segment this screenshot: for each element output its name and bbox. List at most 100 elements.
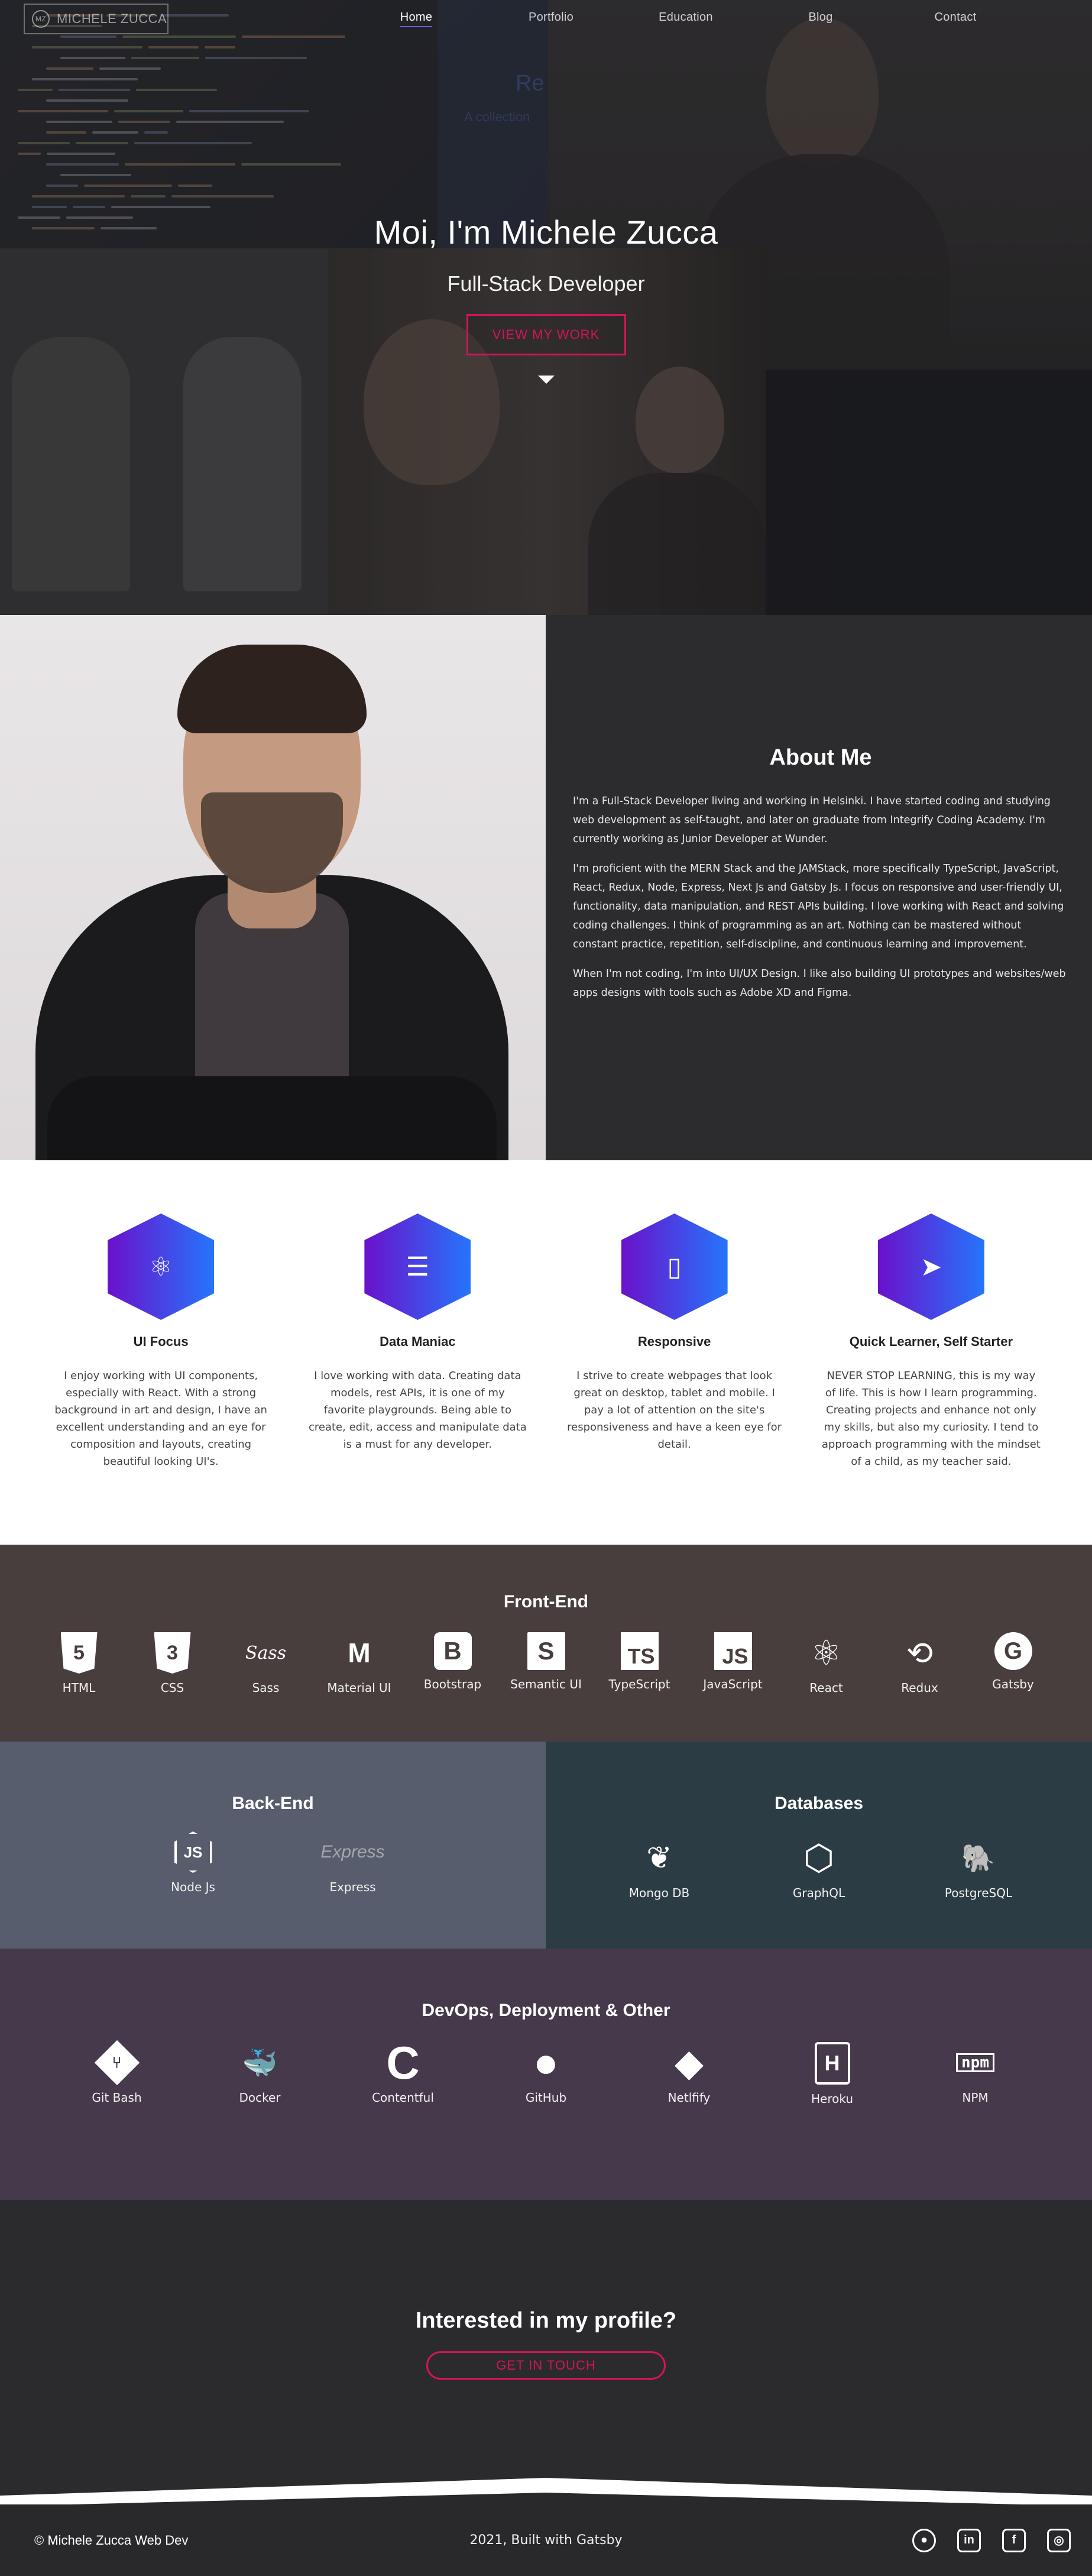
npm-icon: npm <box>955 2042 996 2083</box>
running-icon: ➤ <box>877 1213 984 1320</box>
tech-item-github: ● GitHub <box>475 2039 618 2106</box>
sass-icon: Sass <box>245 1642 287 1664</box>
tech-label: Contentful <box>372 2090 434 2105</box>
tech-item-react: ⚛ React <box>780 1632 873 1695</box>
nav-links: Home Portfolio Education Blog Contact <box>349 11 1023 27</box>
tech-label: GraphQL <box>792 1886 845 1900</box>
scroll-down-icon[interactable] <box>537 376 555 384</box>
github-icon: ● <box>533 2039 559 2086</box>
get-in-touch-button[interactable]: GET IN TOUCH <box>426 2351 666 2380</box>
tech-item-git: ⑂ Git Bash <box>46 2040 189 2106</box>
feature-title: UI Focus <box>133 1334 189 1349</box>
feature-ui-focus: ⚛ UI Focus I enjoy working with UI compo… <box>33 1213 289 1545</box>
tech-label: CSS <box>160 1681 184 1695</box>
contact-title: Interested in my profile? <box>415 2308 677 2333</box>
devops-section: DevOps, Deployment & Other ⑂ Git Bash 🐳 … <box>0 1949 1092 2200</box>
site-logo[interactable]: MZ MICHELE ZUCCA <box>24 4 169 34</box>
tech-item-mongodb: ❦ Mongo DB <box>579 1837 739 1900</box>
databases-title: Databases <box>774 1794 864 1813</box>
semantic-ui-icon: S <box>527 1632 565 1670</box>
gatsby-icon: G <box>994 1632 1032 1670</box>
view-my-work-button[interactable]: VIEW MY WORK <box>466 314 626 355</box>
typescript-icon: TS <box>620 1632 659 1670</box>
docker-icon: 🐳 <box>242 2047 278 2079</box>
about-paragraph: I'm proficient with the MERN Stack and t… <box>573 863 1064 950</box>
tech-item-redux: ⟲ Redux <box>873 1632 967 1695</box>
tech-item-netlify: ◆ Netlfify <box>618 2041 761 2106</box>
contentful-icon: C <box>386 2036 420 2089</box>
feature-text: NEVER STOP LEARNING, this is my way of l… <box>821 1370 1041 1468</box>
feature-title: Quick Learner, Self Starter <box>849 1334 1013 1349</box>
tech-item-express: Express Express <box>273 1831 433 1894</box>
github-icon[interactable]: ● <box>912 2528 936 2552</box>
contact-section: Interested in my profile? GET IN TOUCH <box>0 2200 1092 2478</box>
about-title: About Me <box>769 745 872 770</box>
backend-databases-section: Back-End JS Node Js Express Express Data… <box>0 1742 1092 1949</box>
redux-icon: ⟲ <box>906 1635 934 1671</box>
nav-link-blog[interactable]: Blog <box>753 11 888 24</box>
tech-label: HTML <box>62 1681 96 1695</box>
hero-subtitle: Full-Stack Developer <box>447 271 645 296</box>
feature-responsive: ▯ Responsive I strive to create webpages… <box>546 1213 803 1545</box>
feature-title: Responsive <box>637 1334 711 1349</box>
tech-item-sass: Sass Sass <box>219 1632 313 1695</box>
logo-text: MICHELE ZUCCA <box>57 11 167 26</box>
tech-label: Material UI <box>327 1681 391 1695</box>
tech-label: Netlfify <box>667 2090 711 2105</box>
about-text: About Me I'm a Full-Stack Developer livi… <box>546 615 1092 1160</box>
tech-item-material-ui: M Material UI <box>313 1632 406 1695</box>
backend-section: Back-End JS Node Js Express Express <box>0 1742 546 1949</box>
bootstrap-icon: B <box>433 1632 472 1670</box>
feature-quick-learner: ➤ Quick Learner, Self Starter NEVER STOP… <box>803 1213 1059 1545</box>
profile-photo <box>0 615 546 1160</box>
logo-icon: MZ <box>32 10 50 28</box>
tech-label: Node Js <box>171 1880 215 1894</box>
tech-item-npm: npm NPM <box>904 2042 1047 2106</box>
react-icon: ⚛ <box>811 1634 842 1672</box>
express-icon: Express <box>320 1842 385 1862</box>
facebook-icon[interactable]: f <box>1002 2528 1026 2552</box>
features-section: ⚛ UI Focus I enjoy working with UI compo… <box>0 1160 1092 1545</box>
tech-item-docker: 🐳 Docker <box>189 2042 332 2106</box>
nav-link-education[interactable]: Education <box>618 11 753 24</box>
tech-item-javascript: JS JavaScript <box>686 1632 780 1695</box>
tech-item-semantic-ui: S Semantic UI <box>500 1632 593 1695</box>
frontend-list: 5 HTML 3 CSS Sass Sass M Material UI B B… <box>0 1632 1092 1695</box>
tech-label: GitHub <box>525 2090 567 2105</box>
tech-label: Mongo DB <box>628 1886 690 1900</box>
feature-text: I enjoy working with UI components, espe… <box>54 1370 267 1468</box>
tech-label: Sass <box>252 1681 280 1695</box>
tech-item-graphql: ⬡ GraphQL <box>739 1837 899 1900</box>
feature-title: Data Maniac <box>380 1334 456 1349</box>
about-section: About Me I'm a Full-Stack Developer livi… <box>0 615 1092 1160</box>
tech-item-css: 3 CSS <box>126 1632 219 1695</box>
css3-icon: 3 <box>154 1632 191 1674</box>
hero-title: Moi, I'm Michele Zucca <box>374 213 718 251</box>
nav-link-contact[interactable]: Contact <box>888 11 1023 24</box>
databases-section: Databases ❦ Mongo DB ⬡ GraphQL 🐘 Postgre… <box>546 1742 1092 1949</box>
mongodb-icon: ❦ <box>646 1841 672 1875</box>
netlify-icon: ◆ <box>674 2041 704 2084</box>
javascript-icon: JS <box>714 1632 752 1670</box>
tech-label: TypeScript <box>608 1677 670 1691</box>
nav-link-portfolio[interactable]: Portfolio <box>484 11 618 24</box>
site-footer: © Michele Zucca Web Dev 2021, Built with… <box>0 2504 1092 2576</box>
tech-item-gatsby: G Gatsby <box>967 1632 1060 1695</box>
tech-item-nodejs: JS Node Js <box>114 1831 273 1894</box>
backend-list: JS Node Js Express Express <box>0 1831 546 1894</box>
nodejs-icon: JS <box>174 1831 212 1873</box>
tech-item-bootstrap: B Bootstrap <box>406 1632 500 1695</box>
tech-label: React <box>809 1681 843 1695</box>
tech-item-html: 5 HTML <box>33 1632 126 1695</box>
linkedin-icon[interactable]: in <box>957 2528 981 2552</box>
tech-label: Bootstrap <box>423 1677 482 1691</box>
social-links: ● in f ◎ <box>912 2528 1071 2552</box>
html5-icon: 5 <box>60 1632 98 1674</box>
nav-link-home[interactable]: Home <box>349 11 484 27</box>
mobile-icon: ▯ <box>621 1213 728 1320</box>
footer-wave-divider <box>0 2472 1092 2507</box>
backend-title: Back-End <box>232 1794 314 1813</box>
instagram-icon[interactable]: ◎ <box>1047 2528 1071 2552</box>
material-ui-icon: M <box>348 1637 371 1668</box>
databases-list: ❦ Mongo DB ⬡ GraphQL 🐘 PostgreSQL <box>546 1837 1092 1900</box>
